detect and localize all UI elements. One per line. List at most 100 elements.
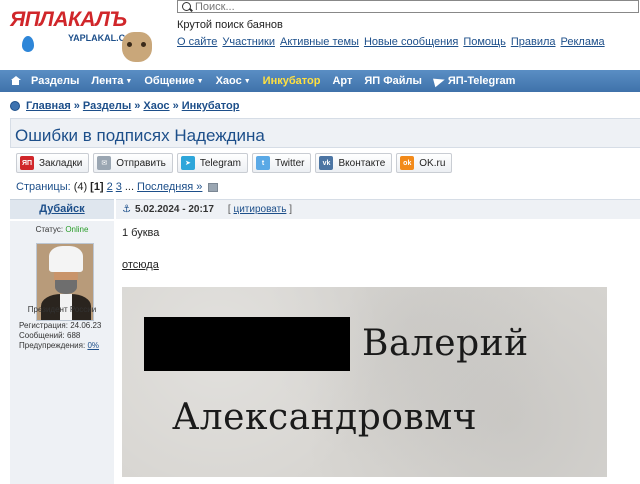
status-online-badge: Online: [65, 225, 89, 234]
twitter-icon: t: [256, 156, 271, 170]
nav-telegram-label: ЯП-Telegram: [447, 75, 516, 87]
user-meta: Регистрация: 24.06.23 Сообщений: 688 Пре…: [19, 321, 101, 351]
breadcrumb-separator: »: [73, 100, 80, 112]
breadcrumb-chaos[interactable]: Хаос: [143, 100, 169, 112]
send-label: Отправить: [116, 157, 166, 169]
nav-art-label: Арт: [332, 75, 353, 87]
pages-ellipsis: ...: [124, 181, 135, 193]
reg-value: 24.06.23: [70, 321, 102, 330]
breadcrumb-separator: »: [172, 100, 179, 112]
last-page-link[interactable]: Последняя »: [137, 181, 202, 193]
telegram-icon: [434, 77, 445, 86]
chevron-down-icon: ▼: [196, 77, 204, 85]
pages-total: (4): [73, 181, 88, 193]
search-icon: [182, 2, 191, 11]
nav-files[interactable]: ЯП Файлы: [358, 75, 428, 87]
search-box[interactable]: [177, 0, 639, 13]
pages-label: Страницы:: [16, 181, 71, 193]
telegram-icon: ➤: [180, 156, 195, 170]
nav-communication-label: Общение: [144, 75, 195, 87]
msgs-value: 688: [67, 331, 81, 340]
link-active-topics[interactable]: Активные темы: [280, 36, 359, 48]
telegram-label: Telegram: [199, 157, 242, 169]
logo-text: ЯПЛАКАЛЪ: [10, 8, 127, 31]
vk-share-button[interactable]: vk Вконтакте: [315, 153, 393, 173]
author-link[interactable]: Дубайск: [39, 203, 84, 215]
image-text-line2: Александровмч: [172, 397, 478, 438]
nav-feed[interactable]: Лента ▼: [85, 75, 138, 87]
source-link[interactable]: отсюда: [122, 259, 159, 271]
reg-label: Регистрация:: [19, 321, 68, 330]
twitter-label: Twitter: [275, 157, 305, 169]
breadcrumb: Главная » Разделы » Хаос » Инкубатор: [10, 100, 239, 112]
site-tagline: Крутой поиск баянов: [177, 19, 283, 31]
post-meta-header: ⚓ 5.02.2024 - 20:17 [ цитировать ]: [116, 199, 640, 219]
nav-communication[interactable]: Общение ▼: [138, 75, 209, 87]
ok-share-button[interactable]: ok OK.ru: [396, 153, 453, 173]
post-content: 1 буква отсюда Валерий Александровмч: [116, 221, 640, 484]
tear-drop-icon: [22, 36, 34, 52]
nav-files-label: ЯП Файлы: [364, 75, 422, 87]
search-input[interactable]: [195, 1, 595, 12]
quote-button[interactable]: цитировать: [233, 204, 286, 215]
msgs-label: Сообщений:: [19, 331, 65, 340]
chevron-down-icon: ▼: [125, 77, 133, 85]
home-icon[interactable]: [10, 76, 21, 86]
nav-sections-label: Разделы: [31, 75, 80, 87]
user-status: Статус: Online: [10, 225, 114, 234]
topic-title-bar: Ошибки в подписях Надеждина: [10, 118, 640, 148]
site-logo[interactable]: ЯПЛАКАЛЪ YAPLAKAL.COM: [10, 6, 170, 62]
link-rules[interactable]: Правила: [511, 36, 556, 48]
post-text: 1 буква: [122, 227, 160, 239]
share-bar: ЯП Закладки ✉ Отправить ➤ Telegram t Twi…: [16, 153, 453, 173]
page-link[interactable]: 3: [116, 181, 122, 193]
breadcrumb-sections[interactable]: Разделы: [83, 100, 131, 112]
link-members[interactable]: Участники: [222, 36, 275, 48]
page-link[interactable]: 2: [107, 181, 113, 193]
current-page: [1]: [90, 181, 104, 193]
vk-icon: vk: [319, 156, 334, 170]
telegram-share-button[interactable]: ➤ Telegram: [176, 153, 249, 173]
send-button[interactable]: ✉ Отправить: [93, 153, 173, 173]
link-ads[interactable]: Реклама: [561, 36, 605, 48]
cat-mascot-icon: [122, 32, 152, 62]
page-options-icon[interactable]: [208, 182, 219, 192]
anchor-icon[interactable]: ⚓: [122, 204, 131, 215]
bookmarks-label: Закладки: [39, 157, 83, 169]
globe-icon: [10, 101, 20, 111]
redaction-block: [144, 317, 350, 371]
mail-icon: ✉: [97, 156, 112, 170]
link-about[interactable]: О сайте: [177, 36, 217, 48]
twitter-share-button[interactable]: t Twitter: [252, 153, 312, 173]
nav-telegram[interactable]: ЯП-Telegram: [428, 75, 522, 87]
nav-art[interactable]: Арт: [326, 75, 358, 87]
nav-incubator[interactable]: Инкубатор: [257, 75, 327, 87]
nav-feed-label: Лента: [91, 75, 124, 87]
link-new-messages[interactable]: Новые сообщения: [364, 36, 458, 48]
breadcrumb-home[interactable]: Главная: [26, 100, 71, 112]
link-help[interactable]: Помощь: [463, 36, 506, 48]
breadcrumb-incubator[interactable]: Инкубатор: [182, 100, 240, 112]
nav-chaos-label: Хаос: [215, 75, 242, 87]
nav-chaos[interactable]: Хаос ▼: [210, 75, 257, 87]
ok-icon: ok: [400, 156, 415, 170]
warn-value-link[interactable]: 0%: [87, 341, 99, 350]
post-author-header: Дубайск: [10, 199, 114, 219]
paper-texture: [122, 287, 607, 477]
avatar-beard: [55, 280, 77, 294]
avatar-headdress: [49, 246, 83, 272]
image-text-line1: Валерий: [362, 323, 529, 364]
breadcrumb-separator: »: [134, 100, 141, 112]
user-rank: Президент России: [27, 305, 97, 314]
page-title: Ошибки в подписях Надеждина: [15, 126, 265, 145]
vk-label: Вконтакте: [338, 157, 386, 169]
site-header: ЯПЛАКАЛЪ YAPLAKAL.COM Крутой поиск баяно…: [0, 0, 640, 68]
ok-label: OK.ru: [419, 157, 446, 169]
cite-wrapper: [ цитировать ]: [227, 204, 292, 215]
post-image[interactable]: Валерий Александровмч: [122, 287, 607, 477]
bookmarks-button[interactable]: ЯП Закладки: [16, 153, 90, 173]
nav-sections[interactable]: Разделы: [25, 75, 85, 87]
nav-incubator-label: Инкубатор: [262, 75, 321, 87]
post-date: 5.02.2024 - 20:17: [134, 204, 214, 215]
pagination: Страницы: (4) [1] 2 3 ... Последняя »: [16, 181, 219, 193]
